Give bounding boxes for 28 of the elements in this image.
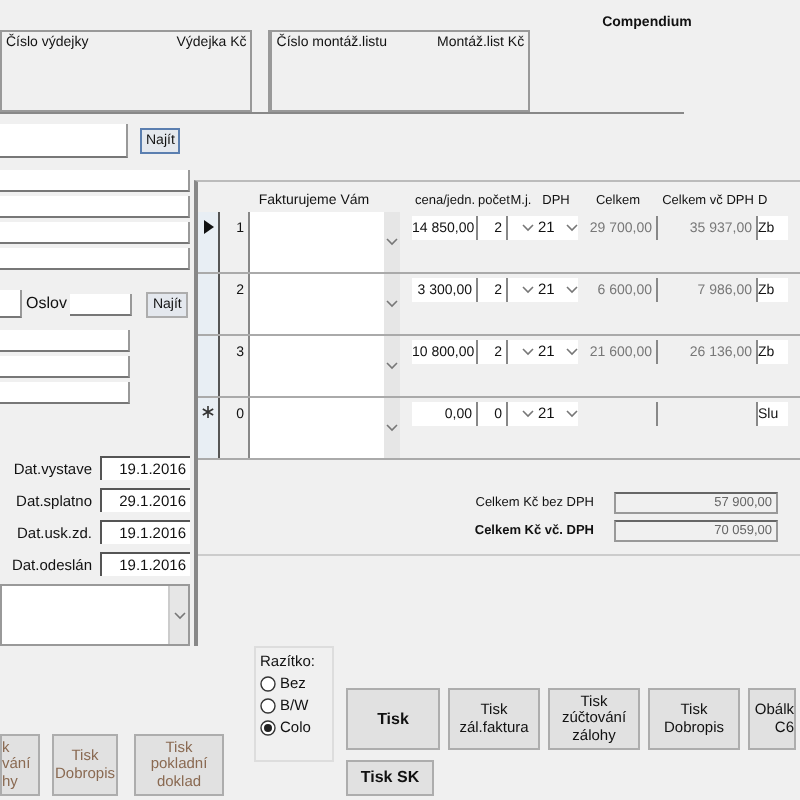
text-field[interactable] xyxy=(0,290,22,318)
salutation-field[interactable] xyxy=(70,293,133,315)
text-field[interactable] xyxy=(0,248,190,270)
salutation-label: Oslov xyxy=(26,295,67,313)
text-field[interactable] xyxy=(0,196,190,218)
unit-select[interactable] xyxy=(508,340,534,364)
search-field[interactable] xyxy=(0,124,128,158)
text-field[interactable] xyxy=(0,356,130,378)
description-field[interactable] xyxy=(248,212,384,272)
row-selector[interactable] xyxy=(198,274,220,334)
print-button[interactable]: Tisk xyxy=(346,688,440,750)
text-field[interactable] xyxy=(0,382,130,404)
text-field[interactable] xyxy=(0,330,130,352)
current-row-icon xyxy=(203,220,213,234)
text-field[interactable] xyxy=(0,170,190,192)
unit-select[interactable] xyxy=(508,216,534,240)
asterisk-icon xyxy=(202,406,214,418)
unit-select[interactable] xyxy=(508,402,534,426)
row-selector[interactable] xyxy=(198,398,220,458)
print-sk-button[interactable]: Tisk SK xyxy=(346,760,434,796)
unit-select[interactable] xyxy=(508,278,534,302)
description-field[interactable] xyxy=(248,398,384,458)
text-field[interactable] xyxy=(0,222,190,244)
description-field[interactable] xyxy=(248,336,384,396)
row-selector[interactable] xyxy=(198,212,220,272)
description-field[interactable] xyxy=(248,274,384,334)
row-selector[interactable] xyxy=(198,336,220,396)
note-combo-field[interactable] xyxy=(0,584,190,646)
